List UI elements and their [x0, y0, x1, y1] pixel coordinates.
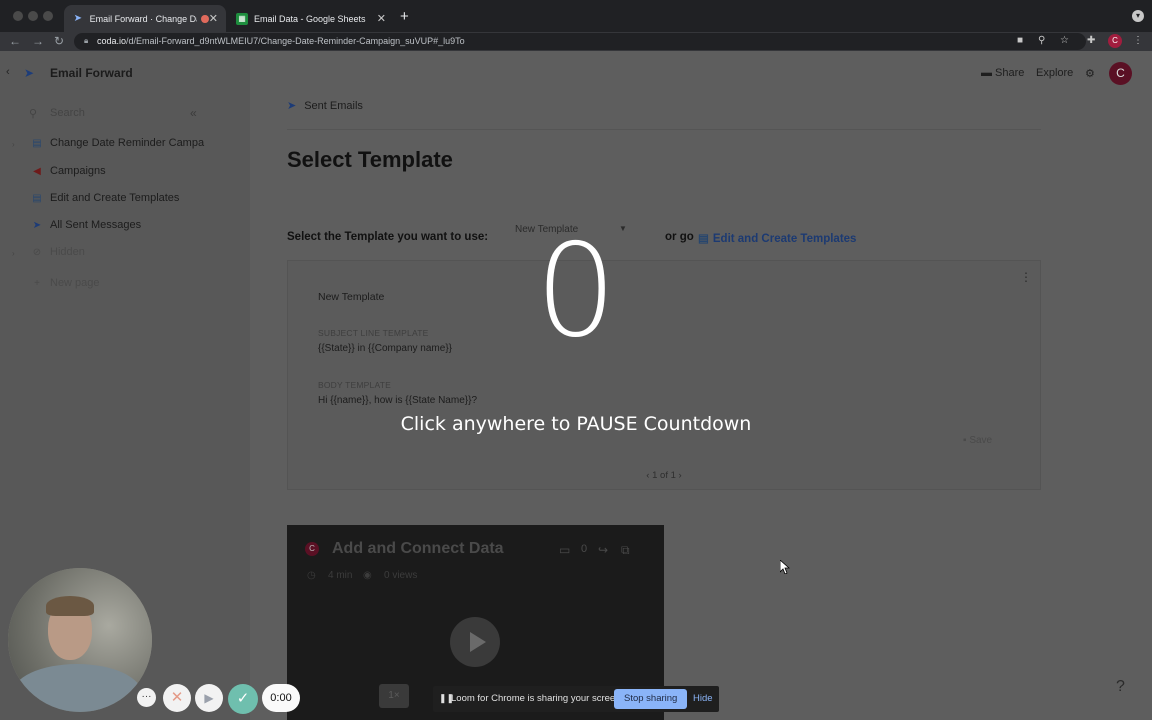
search-icon: ⚲	[29, 108, 38, 120]
sidebar-item-change-date[interactable]: ▤ Change Date Reminder Campa	[30, 133, 204, 153]
more-options-button[interactable]: ···	[137, 688, 156, 707]
coda-icon: ➤	[73, 13, 82, 24]
save-label: Save	[969, 435, 993, 446]
tab-label: Email Data - Google Sheets	[254, 13, 366, 24]
folder-icon: ▬	[981, 67, 992, 79]
send-icon: ➤	[287, 100, 297, 112]
forward-icon[interactable]: →	[32, 34, 44, 48]
doc-icon: ▤	[32, 192, 42, 204]
countdown-number[interactable]: 0	[0, 222, 1152, 362]
share-button[interactable]: Share	[995, 67, 1024, 79]
coda-page: ‹ ➤ Email Forward ⚲ Search « › ▤ Change …	[0, 51, 1152, 720]
tab-email-forward[interactable]: ➤ Email Forward · Change Da ✕	[64, 5, 226, 32]
share-notice-text: Loom for Chrome is sharing your screen.	[451, 693, 624, 704]
sheets-icon: ▦	[236, 12, 248, 25]
search-input[interactable]: ⚲ Search	[25, 103, 183, 123]
tab-google-sheets[interactable]: ▦ Email Data - Google Sheets ✕	[228, 5, 394, 32]
camera-bubble[interactable]	[8, 568, 152, 712]
sidebar-item-label: Campaigns	[50, 165, 106, 177]
doc-icon: ▤	[32, 137, 42, 149]
tab-label: Email Forward · Change Da	[89, 13, 198, 24]
finish-recording-icon[interactable]: ✓	[228, 684, 258, 714]
doc-logo-icon: ➤	[24, 66, 35, 80]
url-host: coda.io	[97, 36, 127, 46]
profile-avatar[interactable]: C	[1108, 34, 1122, 48]
eye-icon: ◉	[363, 570, 372, 581]
sidebar-item-campaigns[interactable]: ◀ Campaigns	[30, 161, 106, 181]
tab-search-icon[interactable]: ▾	[1132, 10, 1144, 22]
doc-title[interactable]: Email Forward	[50, 66, 133, 80]
bookmark-star-icon[interactable]: ☆	[1060, 35, 1069, 46]
playback-speed-button[interactable]: 1×	[379, 684, 409, 708]
comment-icon[interactable]: ▭	[559, 543, 570, 557]
explore-button[interactable]: Explore	[1036, 67, 1073, 79]
zoom-icon[interactable]: ⚲	[1038, 35, 1045, 46]
url-path: /d/Email-Forward_d9ntWLMEIU7/Change-Date…	[126, 36, 465, 46]
zoom-window-icon[interactable]	[43, 11, 53, 21]
browser-menu-icon[interactable]: ⋮	[1133, 35, 1143, 46]
clock-icon: ◷	[307, 570, 316, 581]
video-avatar: C	[305, 542, 319, 556]
expand-caret-icon[interactable]: ›	[12, 140, 15, 149]
recording-timer: 0:00	[262, 684, 300, 712]
close-tab-icon[interactable]: ✕	[209, 12, 218, 25]
divider	[287, 129, 1041, 130]
sidebar-item-label: Edit and Create Templates	[50, 192, 180, 204]
camera-hair	[46, 596, 94, 616]
extensions-icon[interactable]: ✚	[1087, 35, 1095, 46]
close-tab-icon[interactable]: ✕	[377, 12, 386, 25]
open-external-icon[interactable]: ⧉	[621, 543, 630, 558]
browser-toolbar: ← → ↻ 🔒︎ coda.io/d/Email-Forward_d9ntWLM…	[0, 32, 1152, 51]
share-arrow-icon[interactable]: ↪	[598, 543, 608, 557]
video-duration: 4 min	[328, 570, 353, 581]
body-field[interactable]: Hi {{name}}, how is {{State Name}}?	[318, 395, 477, 406]
browser-tab-bar: ➤ Email Forward · Change Da ✕ ▦ Email Da…	[0, 0, 1152, 32]
collapse-sidebar-icon[interactable]: «	[190, 106, 197, 120]
help-icon[interactable]: ?	[1116, 678, 1125, 696]
recording-indicator-icon	[201, 14, 209, 23]
lock-icon: 🔒︎	[84, 36, 89, 45]
url-text[interactable]: coda.io/d/Email-Forward_d9ntWLMEIU7/Chan…	[97, 36, 465, 46]
pause-countdown-hint[interactable]: Click anywhere to PAUSE Countdown	[0, 413, 1152, 435]
video-views: 0 views	[384, 570, 418, 581]
user-avatar[interactable]: C	[1109, 62, 1132, 85]
screen-share-notice: ❚❚ Loom for Chrome is sharing your scree…	[433, 686, 719, 712]
next-icon[interactable]: ›	[676, 470, 682, 481]
body-label: BODY TEMPLATE	[318, 380, 391, 390]
settings-gear-icon[interactable]: ⚙	[1085, 67, 1095, 80]
megaphone-icon: ◀	[33, 165, 41, 177]
breadcrumb[interactable]: ➤ Sent Emails	[287, 99, 363, 112]
search-placeholder: Search	[50, 107, 85, 119]
play-button[interactable]	[450, 617, 500, 667]
camera-icon[interactable]: ■	[1017, 35, 1023, 46]
page-title: Select Template	[287, 147, 453, 172]
breadcrumb-label: Sent Emails	[304, 100, 363, 112]
new-tab-button[interactable]: +	[400, 9, 409, 24]
save-button[interactable]: ▪ Save	[963, 435, 992, 446]
cancel-recording-icon[interactable]: ✕	[163, 684, 191, 712]
back-icon[interactable]: ←	[9, 34, 21, 48]
hide-button[interactable]: Hide	[693, 693, 713, 704]
pager-label: 1 of 1	[652, 470, 676, 481]
minimize-window-icon[interactable]	[28, 11, 38, 21]
back-chevron-icon[interactable]: ‹	[6, 66, 10, 78]
pager: ‹ 1 of 1 ›	[287, 470, 1041, 481]
close-window-icon[interactable]	[13, 11, 23, 21]
stop-sharing-button[interactable]: Stop sharing	[614, 689, 688, 709]
mouse-cursor-icon	[780, 560, 790, 574]
pause-recording-icon[interactable]: ▶	[195, 684, 223, 712]
video-title[interactable]: Add and Connect Data	[332, 540, 504, 558]
comment-count: 0	[581, 543, 588, 555]
sidebar-item-edit-templates[interactable]: ▤ Edit and Create Templates	[30, 188, 179, 208]
reload-icon[interactable]: ↻	[54, 34, 64, 48]
sidebar-item-label: Change Date Reminder Campa	[50, 137, 205, 149]
